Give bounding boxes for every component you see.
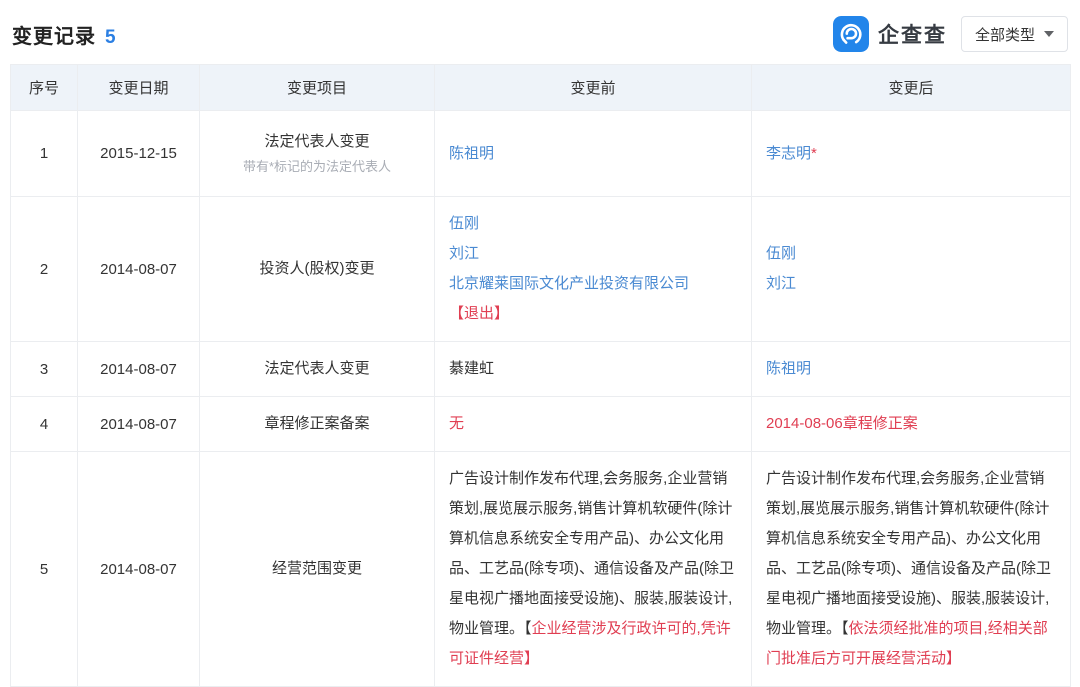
page-title-text: 变更记录 [12, 25, 96, 48]
column-header: 序号 [10, 64, 78, 111]
type-filter-label: 全部类型 [974, 26, 1035, 44]
qichacha-logo-icon [832, 16, 869, 52]
entity-link[interactable]: 李志明 [766, 145, 811, 162]
page-title: 变更记录 5 [12, 20, 116, 49]
table-body: 1 2015-12-15 法定代表人变更 带有*标记的为法定代表人 陈祖明 李志明* 2 20… [10, 110, 1071, 687]
column-header: 变更前 [434, 64, 752, 111]
cell-index: 5 [10, 451, 78, 687]
cell-before-change: 伍刚刘江北京耀莱国际文化产业投资有限公司 【退出】 [434, 196, 752, 342]
cell-change-item: 章程修正案备案 [199, 396, 435, 452]
plain-text: 广告设计制作发布代理,会务服务,企业营销策划,展览展示服务,销售计算机软硬件(除… [449, 470, 734, 637]
red-text: 【退出】 [449, 305, 510, 322]
chevron-down-icon [1044, 31, 1054, 37]
cell-change-date: 2014-08-07 [77, 396, 200, 452]
cell-after-change: 李志明* [751, 110, 1071, 197]
cell-before-change: 无 [434, 396, 752, 452]
red-text: 无 [449, 415, 465, 432]
change-item-name: 法定代表人变更 [264, 360, 370, 377]
table-row: 2 2014-08-07 投资人(股权)变更 伍刚 刘江 北京耀莱国际文化产业投资有限公司… [10, 196, 1071, 342]
cell-before-change: 綦建虹 [434, 341, 752, 397]
change-item-note: 带有*标记的为法定代表人 [242, 159, 392, 174]
cell-after-change: 2014-08-06章程修正案 [751, 396, 1071, 452]
cell-line: 广告设计制作发布代理,会务服务,企业营销策划,展览展示服务,销售计算机软硬件(除… [449, 464, 737, 674]
cell-line: 广告设计制作发布代理,会务服务,企业营销策划,展览展示服务,销售计算机软硬件(除… [766, 464, 1056, 674]
cell-line: 刘江 [449, 239, 737, 269]
cell-line: 【退出】 [449, 299, 737, 329]
cell-line: 伍刚 [766, 239, 1056, 269]
cell-change-item: 法定代表人变更带有*标记的为法定代表人 [199, 110, 435, 197]
entity-link[interactable]: 刘江 [449, 245, 479, 262]
cell-line: 李志明* [766, 139, 1056, 169]
table-row: 3 2014-08-07 法定代表人变更 綦建虹 陈祖明 [10, 341, 1071, 397]
cell-line: 刘江 [766, 269, 1056, 299]
cell-index: 3 [10, 341, 78, 397]
cell-line: 綦建虹 [449, 354, 737, 384]
column-header: 变更项目 [199, 64, 435, 111]
change-item-name: 章程修正案备案 [264, 415, 370, 432]
table-row: 5 2014-08-07 经营范围变更 广告设计制作发布代理,会务服务,企业营销策划,… [10, 451, 1071, 687]
entity-link[interactable]: 陈祖明 [449, 145, 494, 162]
red-text: 2014-08-06章程修正案 [766, 415, 918, 432]
table-row: 1 2015-12-15 法定代表人变更 带有*标记的为法定代表人 陈祖明 李志明* [10, 110, 1071, 197]
cell-line: 2014-08-06章程修正案 [766, 409, 1056, 439]
column-header: 变更后 [751, 64, 1071, 111]
plain-text: 广告设计制作发布代理,会务服务,企业营销策划,展览展示服务,销售计算机软硬件(除… [766, 470, 1051, 637]
cell-line: 北京耀莱国际文化产业投资有限公司 [449, 269, 737, 299]
entity-link[interactable]: 伍刚 [449, 215, 479, 232]
qichacha-brand: 企查查 [832, 16, 947, 52]
cell-index: 4 [10, 396, 78, 452]
cell-index: 2 [10, 196, 78, 342]
change-records-page: 变更记录 5 企查查 全部类型 序号 变更日期 变更项目 变更前 变更后 1 2… [0, 0, 1080, 687]
cell-before-change: 陈祖明 [434, 110, 752, 197]
cell-after-change: 广告设计制作发布代理,会务服务,企业营销策划,展览展示服务,销售计算机软硬件(除… [751, 451, 1071, 687]
topbar: 变更记录 5 企查查 全部类型 [10, 8, 1070, 60]
plain-text: 綦建虹 [449, 360, 495, 377]
change-item-name: 经营范围变更 [271, 560, 362, 577]
entity-link[interactable]: 北京耀莱国际文化产业投资有限公司 [449, 275, 689, 292]
plain-text: 【 [841, 620, 849, 637]
change-item-name: 投资人(股权)变更 [259, 260, 375, 277]
table-header-row: 序号 变更日期 变更项目 变更前 变更后 [10, 64, 1071, 111]
column-header: 变更日期 [77, 64, 200, 111]
change-records-table: 序号 变更日期 变更项目 变更前 变更后 1 2015-12-15 法定代表人变更 带有*标记… [10, 64, 1071, 687]
record-count-badge: 5 [105, 26, 116, 48]
entity-link[interactable]: 陈祖明 [766, 360, 811, 377]
cell-after-change: 伍刚 刘江 [751, 196, 1071, 342]
cell-line: 伍刚 [449, 209, 737, 239]
entity-link[interactable]: 刘江 [766, 275, 796, 292]
cell-line: 无 [449, 409, 737, 439]
red-text: * [811, 144, 817, 162]
cell-index: 1 [10, 110, 78, 197]
cell-change-date: 2014-08-07 [77, 196, 200, 342]
type-filter-dropdown[interactable]: 全部类型 [960, 16, 1068, 52]
cell-line: 陈祖明 [449, 139, 737, 169]
topbar-right: 企查查 全部类型 [832, 16, 1068, 52]
cell-change-date: 2015-12-15 [77, 110, 200, 197]
cell-before-change: 广告设计制作发布代理,会务服务,企业营销策划,展览展示服务,销售计算机软硬件(除… [434, 451, 752, 687]
cell-line: 陈祖明 [766, 354, 1056, 384]
cell-change-date: 2014-08-07 [77, 451, 200, 687]
change-item-name: 法定代表人变更 [264, 133, 370, 150]
qichacha-brand-name: 企查查 [877, 24, 947, 47]
table-row: 4 2014-08-07 章程修正案备案 无 2014-08-06章程修正案 [10, 396, 1071, 452]
cell-change-item: 经营范围变更 [199, 451, 435, 687]
cell-after-change: 陈祖明 [751, 341, 1071, 397]
cell-change-item: 法定代表人变更 [199, 341, 435, 397]
entity-link[interactable]: 伍刚 [766, 245, 796, 262]
plain-text: 【 [524, 620, 532, 637]
cell-change-date: 2014-08-07 [77, 341, 200, 397]
cell-change-item: 投资人(股权)变更 [199, 196, 435, 342]
